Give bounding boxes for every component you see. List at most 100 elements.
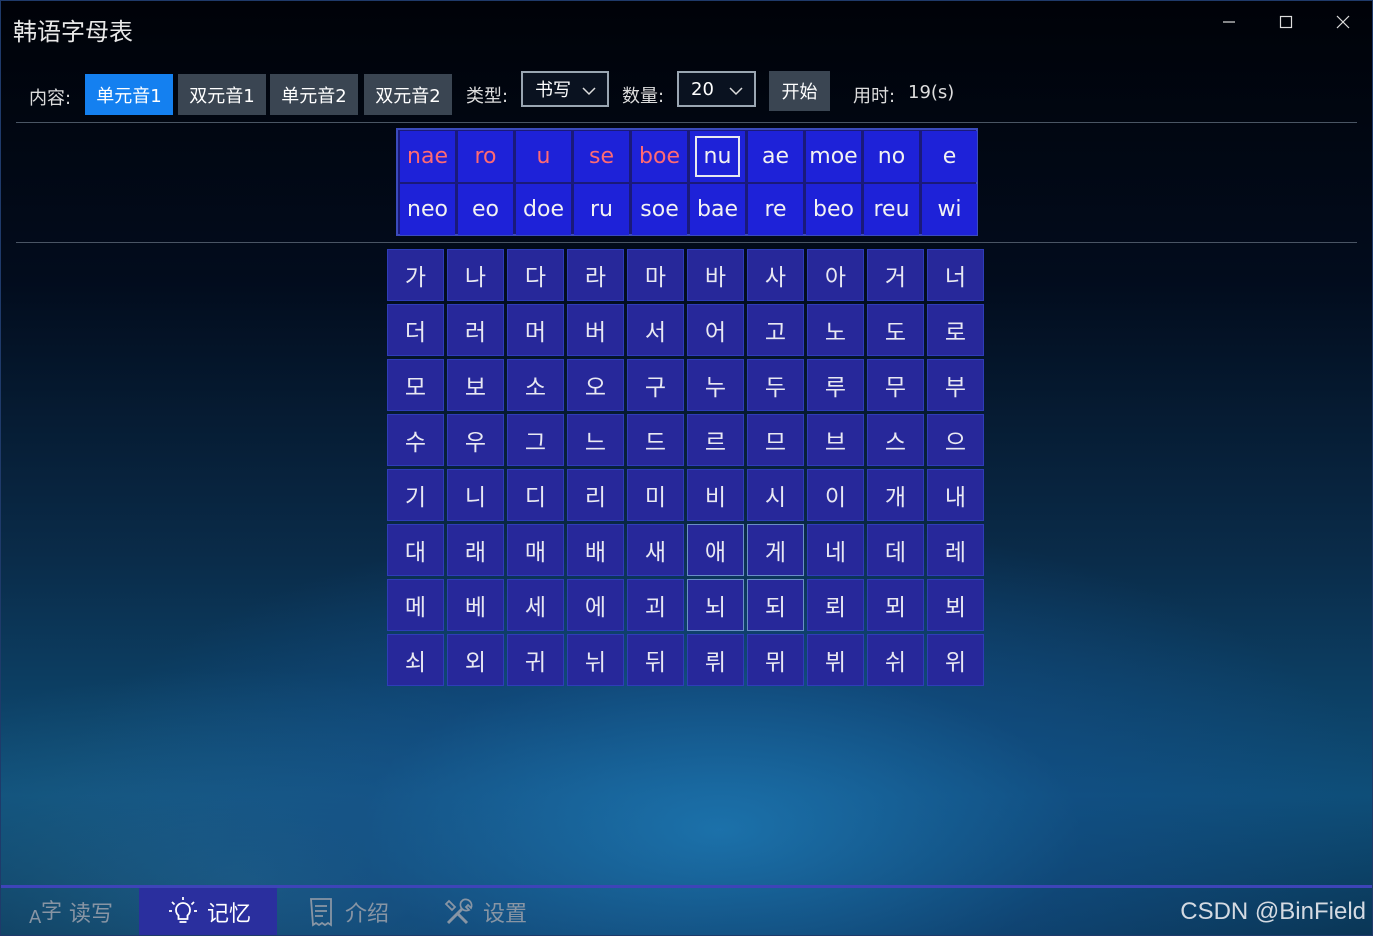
- hangul-cell[interactable]: 오: [567, 359, 624, 411]
- hangul-cell[interactable]: 네: [807, 524, 864, 576]
- tab-single-vowel-2[interactable]: 单元音2: [270, 74, 358, 115]
- hangul-cell[interactable]: 우: [447, 414, 504, 466]
- romanization-cell[interactable]: se: [574, 131, 629, 182]
- type-select[interactable]: 书写: [521, 71, 609, 107]
- romanization-cell[interactable]: ro: [458, 131, 513, 182]
- nav-item-memory[interactable]: 记忆: [139, 888, 277, 935]
- hangul-cell[interactable]: 뢰: [807, 579, 864, 631]
- hangul-cell[interactable]: 거: [867, 249, 924, 301]
- hangul-cell[interactable]: 구: [627, 359, 684, 411]
- count-select[interactable]: 20: [677, 71, 756, 107]
- hangul-cell[interactable]: 너: [927, 249, 984, 301]
- hangul-cell[interactable]: 머: [507, 304, 564, 356]
- hangul-cell[interactable]: 내: [927, 469, 984, 521]
- romanization-cell[interactable]: ru: [574, 184, 629, 235]
- hangul-cell[interactable]: 뒤: [627, 634, 684, 686]
- hangul-cell[interactable]: 이: [807, 469, 864, 521]
- hangul-cell[interactable]: 무: [867, 359, 924, 411]
- hangul-cell[interactable]: 노: [807, 304, 864, 356]
- hangul-cell[interactable]: 외: [447, 634, 504, 686]
- hangul-cell[interactable]: 귀: [507, 634, 564, 686]
- hangul-cell[interactable]: 브: [807, 414, 864, 466]
- nav-item-read-write[interactable]: A 字 读写: [1, 888, 139, 935]
- tab-double-vowel-1[interactable]: 双元音1: [178, 74, 266, 115]
- romanization-cell[interactable]: moe: [806, 131, 861, 182]
- hangul-cell[interactable]: 부: [927, 359, 984, 411]
- romanization-cell-current[interactable]: nu: [690, 131, 745, 182]
- hangul-cell[interactable]: 세: [507, 579, 564, 631]
- hangul-cell[interactable]: 로: [927, 304, 984, 356]
- tab-double-vowel-2[interactable]: 双元音2: [364, 74, 452, 115]
- hangul-cell[interactable]: 니: [447, 469, 504, 521]
- hangul-cell[interactable]: 베: [447, 579, 504, 631]
- hangul-cell[interactable]: 매: [507, 524, 564, 576]
- romanization-cell[interactable]: reu: [864, 184, 919, 235]
- hangul-cell[interactable]: 뤼: [687, 634, 744, 686]
- hangul-cell[interactable]: 뇌: [687, 579, 744, 631]
- hangul-cell[interactable]: 시: [747, 469, 804, 521]
- hangul-cell[interactable]: 기: [387, 469, 444, 521]
- hangul-cell[interactable]: 더: [387, 304, 444, 356]
- hangul-cell[interactable]: 그: [507, 414, 564, 466]
- romanization-cell[interactable]: eo: [458, 184, 513, 235]
- hangul-cell[interactable]: 쇠: [387, 634, 444, 686]
- hangul-cell[interactable]: 나: [447, 249, 504, 301]
- start-button[interactable]: 开始: [769, 71, 830, 111]
- maximize-button[interactable]: [1263, 8, 1309, 36]
- romanization-cell[interactable]: beo: [806, 184, 861, 235]
- hangul-cell[interactable]: 레: [927, 524, 984, 576]
- hangul-cell[interactable]: 서: [627, 304, 684, 356]
- hangul-cell[interactable]: 에: [567, 579, 624, 631]
- hangul-cell[interactable]: 래: [447, 524, 504, 576]
- hangul-cell[interactable]: 두: [747, 359, 804, 411]
- romanization-cell[interactable]: no: [864, 131, 919, 182]
- hangul-cell[interactable]: 고: [747, 304, 804, 356]
- hangul-cell[interactable]: 도: [867, 304, 924, 356]
- romanization-cell[interactable]: u: [516, 131, 571, 182]
- romanization-cell[interactable]: doe: [516, 184, 571, 235]
- hangul-cell[interactable]: 디: [507, 469, 564, 521]
- hangul-cell[interactable]: 느: [567, 414, 624, 466]
- hangul-cell[interactable]: 스: [867, 414, 924, 466]
- romanization-cell[interactable]: soe: [632, 184, 687, 235]
- minimize-button[interactable]: [1206, 8, 1252, 36]
- romanization-cell[interactable]: e: [922, 131, 977, 182]
- hangul-cell[interactable]: 드: [627, 414, 684, 466]
- hangul-cell[interactable]: 개: [867, 469, 924, 521]
- hangul-cell[interactable]: 뫼: [867, 579, 924, 631]
- hangul-cell[interactable]: 애: [687, 524, 744, 576]
- hangul-cell[interactable]: 루: [807, 359, 864, 411]
- tab-single-vowel-1[interactable]: 单元音1: [85, 74, 173, 115]
- hangul-cell[interactable]: 가: [387, 249, 444, 301]
- hangul-cell[interactable]: 배: [567, 524, 624, 576]
- hangul-cell[interactable]: 뉘: [567, 634, 624, 686]
- romanization-cell[interactable]: nae: [400, 131, 455, 182]
- nav-item-settings[interactable]: 设置: [427, 888, 577, 935]
- hangul-cell[interactable]: 되: [747, 579, 804, 631]
- hangul-cell[interactable]: 새: [627, 524, 684, 576]
- hangul-cell[interactable]: 대: [387, 524, 444, 576]
- hangul-cell[interactable]: 보: [447, 359, 504, 411]
- hangul-cell[interactable]: 사: [747, 249, 804, 301]
- romanization-cell[interactable]: ae: [748, 131, 803, 182]
- hangul-cell[interactable]: 게: [747, 524, 804, 576]
- nav-item-introduction[interactable]: 介绍: [277, 888, 427, 935]
- hangul-cell[interactable]: 라: [567, 249, 624, 301]
- hangul-cell[interactable]: 뮈: [747, 634, 804, 686]
- hangul-cell[interactable]: 러: [447, 304, 504, 356]
- hangul-cell[interactable]: 바: [687, 249, 744, 301]
- romanization-cell[interactable]: re: [748, 184, 803, 235]
- hangul-cell[interactable]: 괴: [627, 579, 684, 631]
- romanization-cell[interactable]: bae: [690, 184, 745, 235]
- hangul-cell[interactable]: 므: [747, 414, 804, 466]
- hangul-cell[interactable]: 뵈: [927, 579, 984, 631]
- hangul-cell[interactable]: 어: [687, 304, 744, 356]
- hangul-cell[interactable]: 쉬: [867, 634, 924, 686]
- romanization-cell[interactable]: wi: [922, 184, 977, 235]
- hangul-cell[interactable]: 버: [567, 304, 624, 356]
- romanization-cell[interactable]: neo: [400, 184, 455, 235]
- close-button[interactable]: [1320, 8, 1366, 36]
- hangul-cell[interactable]: 메: [387, 579, 444, 631]
- hangul-cell[interactable]: 위: [927, 634, 984, 686]
- hangul-cell[interactable]: 수: [387, 414, 444, 466]
